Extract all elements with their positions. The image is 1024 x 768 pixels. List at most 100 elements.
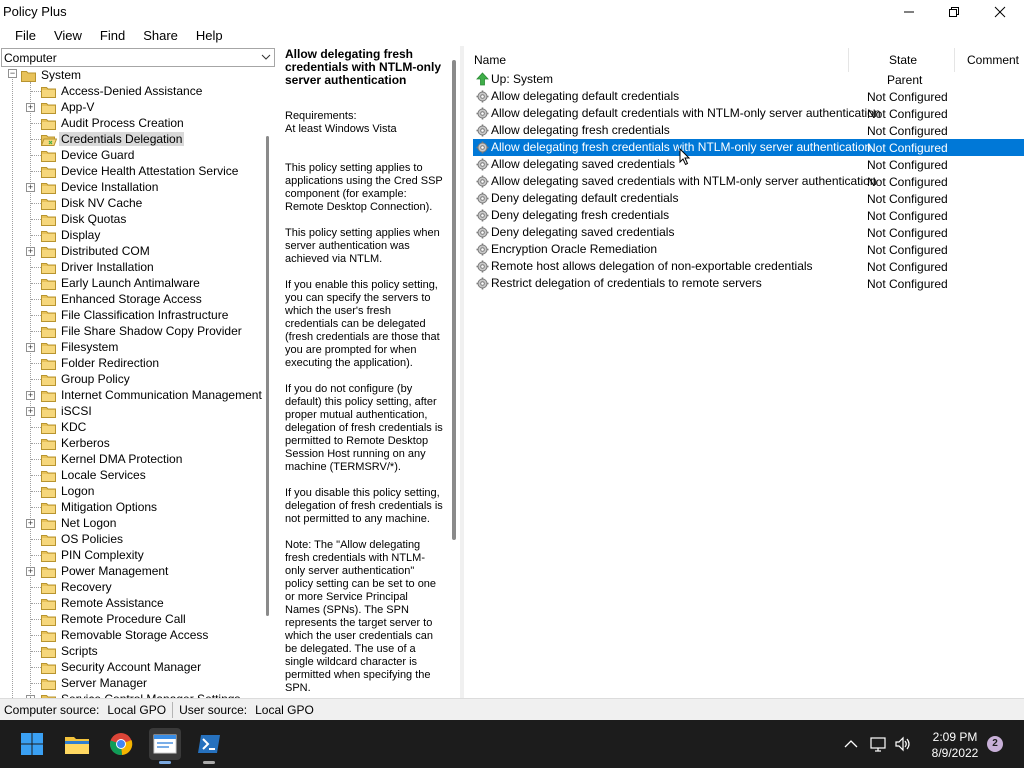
tree-item[interactable]: Driver Installation bbox=[41, 259, 156, 275]
tree-item[interactable]: KDC bbox=[41, 419, 88, 435]
start-button[interactable] bbox=[16, 728, 48, 760]
menu-find[interactable]: Find bbox=[91, 26, 134, 45]
expand-expander[interactable]: + bbox=[26, 343, 35, 352]
chrome-button[interactable] bbox=[105, 728, 137, 760]
tree-item[interactable]: Device Installation bbox=[41, 179, 160, 195]
tree-item-system[interactable]: System bbox=[21, 68, 83, 83]
expand-expander[interactable]: + bbox=[26, 183, 35, 192]
tree-item[interactable]: Security Account Manager bbox=[41, 659, 203, 675]
tree-item[interactable]: iSCSI bbox=[41, 403, 94, 419]
tree-item[interactable]: Credentials Delegation bbox=[40, 131, 185, 147]
tree-scrollbar-thumb[interactable] bbox=[266, 136, 269, 616]
tree-scrollbar[interactable] bbox=[264, 68, 270, 698]
folder-icon bbox=[41, 341, 57, 354]
column-header-comment[interactable]: Comment bbox=[967, 48, 1019, 72]
tree-item[interactable]: Locale Services bbox=[41, 467, 148, 483]
tree-item[interactable]: File Classification Infrastructure bbox=[41, 307, 230, 323]
tree-item[interactable]: Device Health Attestation Service bbox=[41, 163, 240, 179]
collapse-expander[interactable]: − bbox=[8, 69, 17, 78]
policy-state: Not Configured bbox=[867, 192, 948, 206]
tree-item[interactable]: Server Manager bbox=[41, 675, 149, 691]
folder-icon bbox=[41, 597, 57, 610]
tree-item[interactable]: Device Guard bbox=[41, 147, 136, 163]
policy-list[interactable]: Name State Comment Up: System Parent All… bbox=[465, 46, 1024, 698]
notification-badge[interactable]: 2 bbox=[987, 736, 1003, 752]
policy-row[interactable]: Allow delegating default credentials Not … bbox=[473, 88, 1024, 105]
expand-expander[interactable]: + bbox=[26, 391, 35, 400]
policy-row[interactable]: Encryption Oracle Remediation Not Configu… bbox=[473, 241, 1024, 258]
policy-plus-taskbar-button[interactable] bbox=[149, 728, 181, 764]
tree-item[interactable]: Power Management bbox=[41, 563, 170, 579]
tree-item[interactable]: Recovery bbox=[41, 579, 114, 595]
menu-help[interactable]: Help bbox=[187, 26, 232, 45]
tree-item[interactable]: Disk NV Cache bbox=[41, 195, 144, 211]
tree-item[interactable]: Access-Denied Assistance bbox=[41, 83, 204, 99]
policy-row[interactable]: Restrict delegation of credentials to re… bbox=[473, 275, 1024, 292]
category-tree[interactable]: − System Access-Denied Assistance + App-V A… bbox=[1, 68, 268, 698]
tree-item-label: File Share Shadow Copy Provider bbox=[61, 324, 242, 338]
tree-item[interactable]: Kernel DMA Protection bbox=[41, 451, 184, 467]
tree-item[interactable]: Removable Storage Access bbox=[41, 627, 210, 643]
close-button[interactable] bbox=[977, 0, 1023, 24]
expand-expander[interactable]: + bbox=[26, 247, 35, 256]
tree-item[interactable]: Remote Assistance bbox=[41, 595, 166, 611]
policy-row[interactable]: Remote host allows delegation of non-exp… bbox=[473, 258, 1024, 275]
tree-item[interactable]: Remote Procedure Call bbox=[41, 611, 188, 627]
chevron-up-icon[interactable] bbox=[844, 738, 858, 750]
powershell-button[interactable] bbox=[193, 728, 225, 764]
menu-share[interactable]: Share bbox=[134, 26, 187, 45]
tree-item[interactable]: Distributed COM bbox=[41, 243, 152, 259]
tree-item[interactable]: Logon bbox=[41, 483, 96, 499]
file-explorer-button[interactable] bbox=[61, 728, 93, 760]
policy-row[interactable]: Allow delegating default credentials wit… bbox=[473, 105, 1024, 122]
expand-expander[interactable]: + bbox=[26, 103, 35, 112]
tree-item[interactable]: Mitigation Options bbox=[41, 499, 159, 515]
tree-item-label: Security Account Manager bbox=[61, 660, 202, 674]
policy-row[interactable]: Allow delegating fresh credentials Not Co… bbox=[473, 122, 1024, 139]
tree-item[interactable]: Internet Communication Management bbox=[41, 387, 264, 403]
tree-item-label: Server Manager bbox=[61, 676, 148, 690]
tree-item[interactable]: Service Control Manager Settings bbox=[41, 691, 242, 698]
menu-file[interactable]: File bbox=[6, 26, 45, 45]
tree-item[interactable]: Early Launch Antimalware bbox=[41, 275, 202, 291]
folder-icon bbox=[41, 405, 57, 418]
chrome-icon bbox=[110, 733, 133, 756]
tree-item[interactable]: Filesystem bbox=[41, 339, 120, 355]
tree-item[interactable]: Group Policy bbox=[41, 371, 132, 387]
volume-icon[interactable] bbox=[894, 736, 912, 752]
tree-item[interactable]: Audit Process Creation bbox=[41, 115, 186, 131]
scope-dropdown[interactable]: Computer bbox=[1, 48, 275, 67]
tree-item[interactable]: Folder Redirection bbox=[41, 355, 161, 371]
tree-item[interactable]: OS Policies bbox=[41, 531, 125, 547]
expand-expander[interactable]: + bbox=[26, 407, 35, 416]
tree-item[interactable]: Kerberos bbox=[41, 435, 112, 451]
expand-expander[interactable]: + bbox=[26, 567, 35, 576]
tree-item[interactable]: App-V bbox=[41, 99, 96, 115]
policy-row[interactable]: Allow delegating saved credentials Not Co… bbox=[473, 156, 1024, 173]
tree-item[interactable]: Enhanced Storage Access bbox=[41, 291, 204, 307]
panel-splitter[interactable] bbox=[460, 46, 464, 698]
policy-name: Deny delegating fresh credentials bbox=[491, 208, 670, 222]
network-icon[interactable] bbox=[870, 736, 888, 752]
minimize-button[interactable] bbox=[886, 0, 932, 24]
tree-item[interactable]: Disk Quotas bbox=[41, 211, 128, 227]
policy-row[interactable]: Allow delegating saved credentials with … bbox=[473, 173, 1024, 190]
column-header-name[interactable]: Name bbox=[474, 48, 506, 72]
tree-item[interactable]: File Share Shadow Copy Provider bbox=[41, 323, 244, 339]
tree-item[interactable]: PIN Complexity bbox=[41, 547, 146, 563]
list-row-up[interactable]: Up: System Parent bbox=[473, 71, 1024, 88]
tree-item[interactable]: Scripts bbox=[41, 643, 100, 659]
policy-row[interactable]: Deny delegating default credentials Not C… bbox=[473, 190, 1024, 207]
policy-row[interactable]: Deny delegating saved credentials Not Con… bbox=[473, 224, 1024, 241]
folder-icon bbox=[41, 501, 57, 514]
description-scrollbar-thumb[interactable] bbox=[452, 60, 456, 540]
expand-expander[interactable]: + bbox=[26, 519, 35, 528]
menu-view[interactable]: View bbox=[45, 26, 91, 45]
maximize-button[interactable] bbox=[931, 0, 977, 24]
column-header-state[interactable]: State bbox=[889, 48, 917, 72]
tree-item[interactable]: Display bbox=[41, 227, 102, 243]
policy-row[interactable]: Deny delegating fresh credentials Not Con… bbox=[473, 207, 1024, 224]
policy-row[interactable]: Allow delegating fresh credentials with … bbox=[473, 139, 1024, 156]
clock[interactable]: 2:09 PM 8/9/2022 bbox=[920, 729, 990, 761]
tree-item[interactable]: Net Logon bbox=[41, 515, 118, 531]
